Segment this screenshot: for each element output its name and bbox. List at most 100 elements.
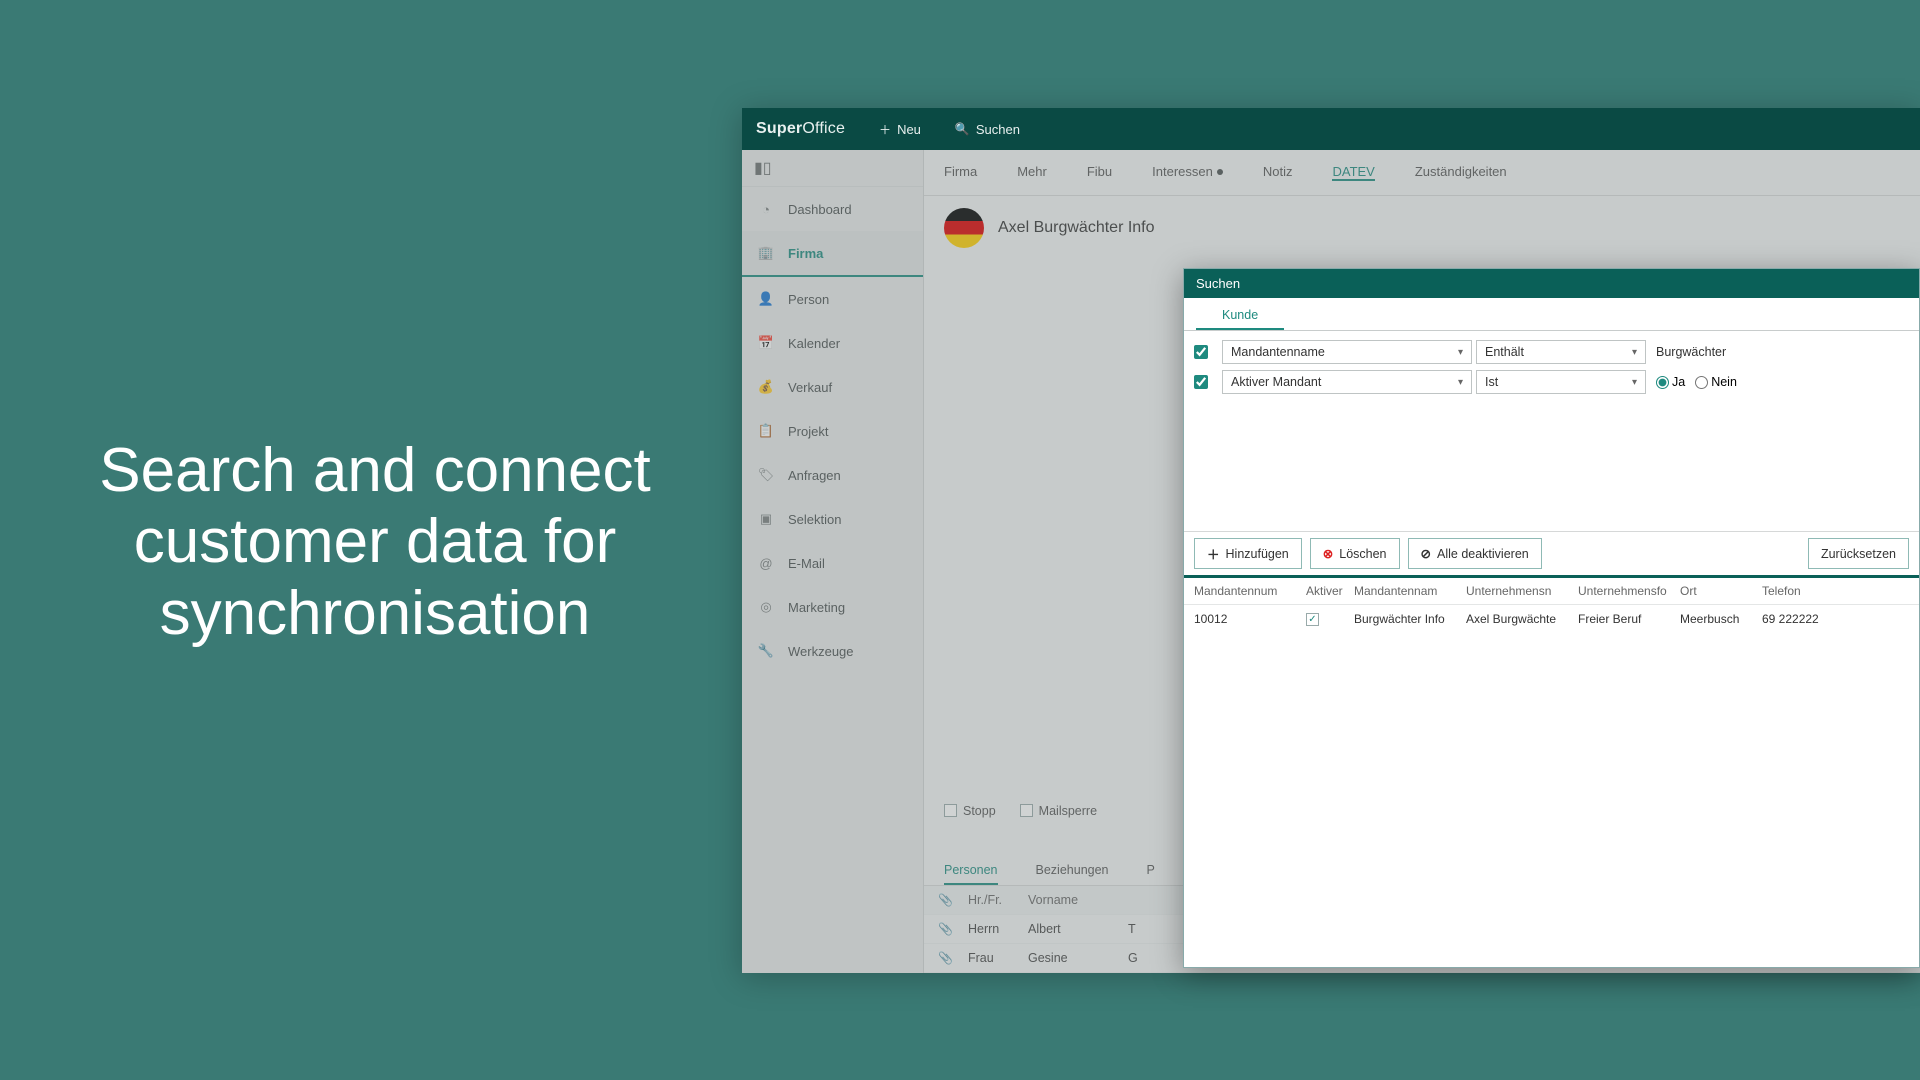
- result-cell: Freier Beruf: [1578, 612, 1678, 626]
- toggle-off-icon: ⊘: [1421, 546, 1431, 561]
- result-cell: 10012: [1194, 612, 1304, 626]
- criteria-enabled-checkbox[interactable]: [1194, 345, 1208, 359]
- firm-title: Axel Burgwächter Info: [998, 219, 1155, 237]
- coin-icon: 💰: [756, 377, 776, 397]
- logo: SuperOffice: [756, 120, 845, 138]
- search-button[interactable]: 🔍Suchen: [955, 122, 1020, 137]
- app-window: SuperOffice ＋Neu 🔍Suchen ▮▯ ◔Dashboard 🏢…: [742, 108, 1920, 973]
- dialog-tab-kunde[interactable]: Kunde: [1196, 302, 1284, 330]
- tag-icon: 🏷: [756, 465, 776, 485]
- sidebar-item-label: Person: [788, 292, 829, 307]
- new-button[interactable]: ＋Neu: [879, 121, 921, 138]
- plus-icon: ＋: [879, 121, 891, 138]
- sidebar-item-label: Firma: [788, 246, 823, 261]
- building-icon: 🏢: [756, 243, 776, 263]
- wrench-icon: 🔧: [756, 641, 776, 661]
- delete-criteria-button[interactable]: ⊗Löschen: [1310, 538, 1400, 569]
- sidebar-item-person[interactable]: 👤 Person: [742, 277, 923, 321]
- chevron-down-icon: ▾: [1632, 347, 1637, 358]
- sidebar: ▮▯ ◔ Dashboard 🏢 Firma 👤 Person 📅 Kalender 💰…: [742, 150, 924, 973]
- sidebar-item-label: Dashboard: [788, 202, 852, 217]
- search-dialog: Suchen Kunde Mandantenname▾ Enthält▾ Akt…: [1183, 268, 1920, 968]
- attachment-icon: 📎: [938, 893, 968, 907]
- target-icon: ◎: [756, 597, 776, 617]
- deactivate-all-button[interactable]: ⊘Alle deaktivieren: [1408, 538, 1542, 569]
- tab-firma[interactable]: Firma: [944, 164, 977, 181]
- calendar-icon: 📅: [756, 333, 776, 353]
- result-cell: Burgwächter Info: [1354, 612, 1464, 626]
- panel-toggle-icon[interactable]: ▮▯: [742, 150, 923, 187]
- tab-interessen[interactable]: Interessen: [1152, 164, 1223, 181]
- reset-button[interactable]: Zurücksetzen: [1808, 538, 1909, 569]
- sidebar-item-label: E-Mail: [788, 556, 825, 571]
- criteria-row: Mandantenname▾ Enthält▾: [1194, 337, 1909, 367]
- criteria-radio-nein[interactable]: Nein: [1695, 375, 1737, 389]
- search-icon: 🔍: [955, 122, 970, 136]
- chevron-down-icon: ▾: [1632, 377, 1637, 388]
- subtab-personen[interactable]: Personen: [944, 863, 998, 885]
- subtab-more[interactable]: P: [1147, 863, 1155, 885]
- criteria-value-input[interactable]: [1656, 345, 1909, 359]
- gauge-icon: ◔: [756, 199, 776, 219]
- criteria-operator-select[interactable]: Ist▾: [1476, 370, 1646, 394]
- criteria-zone: Mandantenname▾ Enthält▾ Aktiver Mandant▾…: [1184, 331, 1919, 531]
- subtab-beziehungen[interactable]: Beziehungen: [1036, 863, 1109, 885]
- person-icon: 👤: [756, 289, 776, 309]
- tab-fibu[interactable]: Fibu: [1087, 164, 1112, 181]
- sidebar-item-label: Kalender: [788, 336, 840, 351]
- mailsperre-checkbox[interactable]: [1020, 804, 1033, 817]
- results-header: Mandantennum Aktiver Mandantennam Untern…: [1184, 578, 1919, 605]
- sidebar-item-email[interactable]: @ E-Mail: [742, 541, 923, 585]
- sidebar-item-anfragen[interactable]: 🏷 Anfragen: [742, 453, 923, 497]
- dialog-title: Suchen: [1184, 269, 1919, 298]
- criteria-radio-ja[interactable]: Ja: [1656, 375, 1685, 389]
- attachment-icon: 📎: [938, 951, 968, 965]
- active-check-icon: ✓: [1306, 613, 1319, 626]
- add-criteria-button[interactable]: ＋Hinzufügen: [1194, 538, 1302, 569]
- result-cell: Meerbusch: [1680, 612, 1760, 626]
- attachment-icon: 📎: [938, 922, 968, 936]
- criteria-enabled-checkbox[interactable]: [1194, 375, 1208, 389]
- tab-zustaendigkeiten[interactable]: Zuständigkeiten: [1415, 164, 1507, 181]
- sidebar-item-label: Anfragen: [788, 468, 841, 483]
- sidebar-item-label: Selektion: [788, 512, 841, 527]
- firm-tabs: Firma Mehr Fibu Interessen Notiz DATEV Z…: [924, 150, 1920, 196]
- sidebar-item-dashboard[interactable]: ◔ Dashboard: [742, 187, 923, 231]
- results-row[interactable]: 10012 ✓ Burgwächter Info Axel Burgwächte…: [1184, 605, 1919, 632]
- sidebar-item-label: Projekt: [788, 424, 828, 439]
- sidebar-item-label: Verkauf: [788, 380, 832, 395]
- at-icon: @: [756, 553, 776, 573]
- criteria-field-select[interactable]: Aktiver Mandant▾: [1222, 370, 1472, 394]
- stopp-checkbox[interactable]: [944, 804, 957, 817]
- indicator-dot-icon: [1217, 169, 1223, 175]
- result-cell: 69 222222: [1762, 612, 1842, 626]
- clipboard-icon: 📋: [756, 421, 776, 441]
- plus-icon: ＋: [1207, 544, 1220, 563]
- criteria-button-row: ＋Hinzufügen ⊗Löschen ⊘Alle deaktivieren …: [1184, 531, 1919, 575]
- selection-icon: ▣: [756, 509, 776, 529]
- sidebar-item-verkauf[interactable]: 💰 Verkauf: [742, 365, 923, 409]
- tab-mehr[interactable]: Mehr: [1017, 164, 1047, 181]
- sidebar-item-projekt[interactable]: 📋 Projekt: [742, 409, 923, 453]
- tab-datev[interactable]: DATEV: [1332, 164, 1374, 181]
- sidebar-item-label: Werkzeuge: [788, 644, 854, 659]
- topbar: SuperOffice ＋Neu 🔍Suchen: [742, 108, 1920, 150]
- dialog-tabs: Kunde: [1184, 298, 1919, 331]
- sidebar-item-selektion[interactable]: ▣ Selektion: [742, 497, 923, 541]
- sidebar-item-label: Marketing: [788, 600, 845, 615]
- chevron-down-icon: ▾: [1458, 377, 1463, 388]
- criteria-field-select[interactable]: Mandantenname▾: [1222, 340, 1472, 364]
- results-panel: Mandantennum Aktiver Mandantennam Untern…: [1184, 575, 1919, 967]
- criteria-operator-select[interactable]: Enthält▾: [1476, 340, 1646, 364]
- close-circle-icon: ⊗: [1323, 546, 1333, 561]
- country-flag-icon: [944, 208, 984, 248]
- result-cell: Axel Burgwächte: [1466, 612, 1576, 626]
- sidebar-item-marketing[interactable]: ◎ Marketing: [742, 585, 923, 629]
- sidebar-item-firma[interactable]: 🏢 Firma: [742, 231, 923, 277]
- chevron-down-icon: ▾: [1458, 347, 1463, 358]
- tab-notiz[interactable]: Notiz: [1263, 164, 1293, 181]
- criteria-row: Aktiver Mandant▾ Ist▾ Ja Nein: [1194, 367, 1909, 397]
- sidebar-item-werkzeuge[interactable]: 🔧 Werkzeuge: [742, 629, 923, 673]
- promo-headline: Search and connect customer data for syn…: [85, 435, 665, 649]
- sidebar-item-kalender[interactable]: 📅 Kalender: [742, 321, 923, 365]
